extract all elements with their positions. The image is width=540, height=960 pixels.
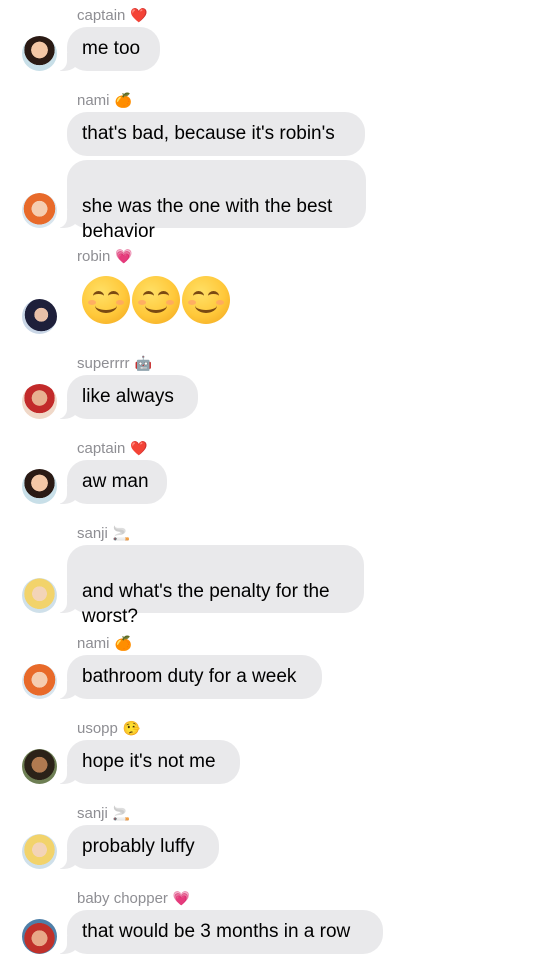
nami-avatar[interactable] bbox=[22, 664, 57, 699]
orange-icon: 🍊 bbox=[114, 92, 132, 108]
message-bubble[interactable]: probably luffy bbox=[57, 825, 219, 869]
message-bubble[interactable]: aw man bbox=[57, 460, 167, 504]
message-bubble[interactable]: hope it's not me bbox=[57, 740, 240, 784]
usopp-avatar[interactable] bbox=[22, 749, 57, 784]
sender-label: nami bbox=[77, 91, 110, 109]
message-bubble[interactable]: me too bbox=[57, 27, 160, 71]
sender-label: captain bbox=[77, 6, 126, 24]
smiling-face-icon bbox=[132, 276, 180, 324]
cigarette-icon: 🚬 bbox=[112, 805, 131, 821]
sender-name: superrrr 🤖 bbox=[77, 353, 152, 373]
chopper-avatar[interactable] bbox=[22, 919, 57, 954]
sender-label: superrrr bbox=[77, 354, 130, 372]
sender-label: baby chopper bbox=[77, 889, 168, 907]
sender-label: usopp bbox=[77, 719, 118, 737]
robot-icon: 🤖 bbox=[134, 355, 152, 371]
cigarette-icon: 🚬 bbox=[112, 525, 131, 541]
sender-name: captain ❤️ bbox=[77, 5, 148, 25]
sender-name: sanji 🚬 bbox=[77, 523, 130, 543]
message-text: like always bbox=[82, 386, 174, 407]
sender-name: baby chopper 💗 bbox=[77, 888, 190, 908]
message-text: she was the one with the best behavior bbox=[82, 196, 333, 242]
heart-icon: 💗 bbox=[115, 248, 133, 264]
smiling-face-icon bbox=[82, 276, 130, 324]
sanji-avatar[interactable] bbox=[22, 578, 57, 613]
sender-label: captain bbox=[77, 439, 126, 457]
message-text: that's bad, because it's robin's bbox=[82, 123, 335, 144]
message-text: bathroom duty for a week bbox=[82, 666, 297, 687]
sender-name: usopp 🤥 bbox=[77, 718, 140, 738]
message-bubble[interactable]: she was the one with the best behavior bbox=[57, 160, 366, 242]
sender-name: captain ❤️ bbox=[77, 438, 148, 458]
message-bubble[interactable]: that would be 3 months in a row bbox=[57, 910, 383, 954]
heart-icon: ❤️ bbox=[130, 440, 148, 456]
message-text: aw man bbox=[82, 471, 149, 492]
franky-avatar[interactable] bbox=[22, 384, 57, 419]
sender-name: robin 💗 bbox=[77, 246, 133, 266]
orange-icon: 🍊 bbox=[114, 635, 132, 651]
sender-label: robin bbox=[77, 247, 111, 265]
message-text: me too bbox=[82, 38, 141, 59]
sanji-avatar[interactable] bbox=[22, 834, 57, 869]
message-bubble[interactable]: like always bbox=[57, 375, 198, 419]
luffy-avatar[interactable] bbox=[22, 469, 57, 504]
smiling-face-icon bbox=[182, 276, 230, 324]
emoji-message[interactable] bbox=[82, 276, 230, 324]
sender-label: sanji bbox=[77, 524, 108, 542]
message-bubble[interactable]: and what's the penalty for the worst? bbox=[57, 545, 364, 627]
message-text: probably luffy bbox=[82, 836, 195, 857]
lying-face-icon: 🤥 bbox=[122, 720, 141, 736]
message-bubble[interactable]: bathroom duty for a week bbox=[57, 655, 322, 699]
nami-avatar[interactable] bbox=[22, 193, 57, 228]
sender-label: sanji bbox=[77, 804, 108, 822]
message-text: and what's the penalty for the worst? bbox=[82, 581, 330, 627]
message-text: that would be 3 months in a row bbox=[82, 921, 351, 942]
sender-label: nami bbox=[77, 634, 110, 652]
sender-name: sanji 🚬 bbox=[77, 803, 130, 823]
robin-avatar[interactable] bbox=[22, 299, 57, 334]
message-bubble[interactable]: that's bad, because it's robin's bbox=[67, 112, 365, 156]
sender-name: nami 🍊 bbox=[77, 633, 132, 653]
message-text: hope it's not me bbox=[82, 751, 216, 772]
heart-icon: ❤️ bbox=[130, 7, 148, 23]
luffy-avatar[interactable] bbox=[22, 36, 57, 71]
heart-icon: 💗 bbox=[172, 890, 191, 906]
sender-name: nami 🍊 bbox=[77, 90, 132, 110]
